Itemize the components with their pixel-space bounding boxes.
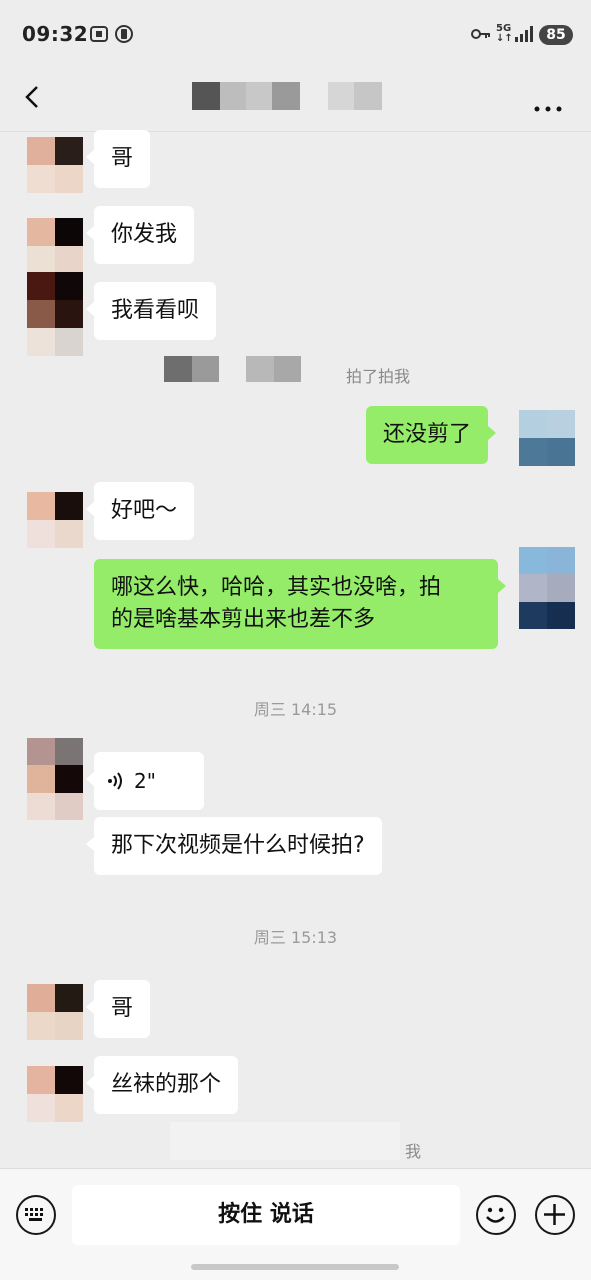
- chevron-left-icon: [25, 86, 38, 108]
- message-bubble-self[interactable]: 还没剪了: [366, 406, 497, 464]
- time-stamp: 周三 14:15: [253, 700, 338, 719]
- message-line: 哪这么快，哈哈，其实也没啥，拍: [111, 575, 442, 600]
- time-stamp: 周三 15:13: [253, 928, 338, 947]
- message-bubble[interactable]: 你发我: [85, 206, 195, 264]
- avatar[interactable]: [27, 984, 83, 1040]
- avatar[interactable]: [27, 218, 83, 274]
- voice-wave-icon: [108, 772, 122, 790]
- voice-message-bubble[interactable]: 2": [86, 752, 204, 810]
- message-bubble[interactable]: 哥: [85, 130, 151, 188]
- battery-level: 85: [539, 25, 573, 45]
- message-bubble-self[interactable]: 哪这么快，哈哈，其实也没啥，拍 的是啥基本剪出来也差不多: [94, 559, 506, 649]
- more-horizontal-icon: [534, 106, 562, 112]
- more-button[interactable]: [530, 82, 566, 112]
- avatar[interactable]: [27, 738, 83, 820]
- avatar-fragment: [27, 328, 83, 356]
- avatar[interactable]: [27, 1066, 83, 1122]
- avatar[interactable]: [27, 137, 83, 193]
- message-bubble[interactable]: 丝袜的那个: [85, 1056, 239, 1114]
- pat-text: 拍了拍我: [346, 367, 411, 386]
- self-avatar[interactable]: [519, 410, 575, 466]
- smiley-icon: [486, 1207, 505, 1223]
- voice-duration: 2": [134, 769, 156, 793]
- vpn-key-icon: [470, 24, 490, 44]
- sim-card-icon: [114, 24, 134, 44]
- status-bar: 09:32 5G ↓↑ 85: [0, 0, 591, 70]
- screenshot-icon: [89, 24, 109, 44]
- more-functions-button[interactable]: [535, 1195, 575, 1235]
- message-bubble[interactable]: 哥: [85, 980, 151, 1038]
- keyboard-toggle-button[interactable]: [16, 1195, 56, 1235]
- message-bubble[interactable]: 我看看呗: [85, 282, 217, 340]
- home-indicator[interactable]: [191, 1264, 399, 1270]
- plus-icon: [544, 1204, 565, 1225]
- hold-to-talk-button[interactable]: 按住 说话: [72, 1185, 460, 1245]
- signal-icon: [514, 24, 534, 44]
- back-button[interactable]: [18, 82, 48, 112]
- keyboard-icon: [25, 1208, 43, 1221]
- message-line: 的是啥基本剪出来也差不多: [111, 607, 376, 632]
- message-bubble[interactable]: 好吧～: [85, 482, 195, 540]
- status-time: 09:32: [22, 22, 89, 46]
- partial-text: 我: [405, 1142, 422, 1161]
- avatar[interactable]: [27, 492, 83, 548]
- emoji-button[interactable]: [476, 1195, 516, 1235]
- message-bubble[interactable]: 那下次视频是什么时候拍?: [86, 817, 382, 875]
- self-avatar[interactable]: [519, 547, 575, 629]
- chat-header: [0, 70, 591, 132]
- avatar[interactable]: [27, 272, 83, 328]
- network-type: 5G ↓↑: [496, 23, 513, 44]
